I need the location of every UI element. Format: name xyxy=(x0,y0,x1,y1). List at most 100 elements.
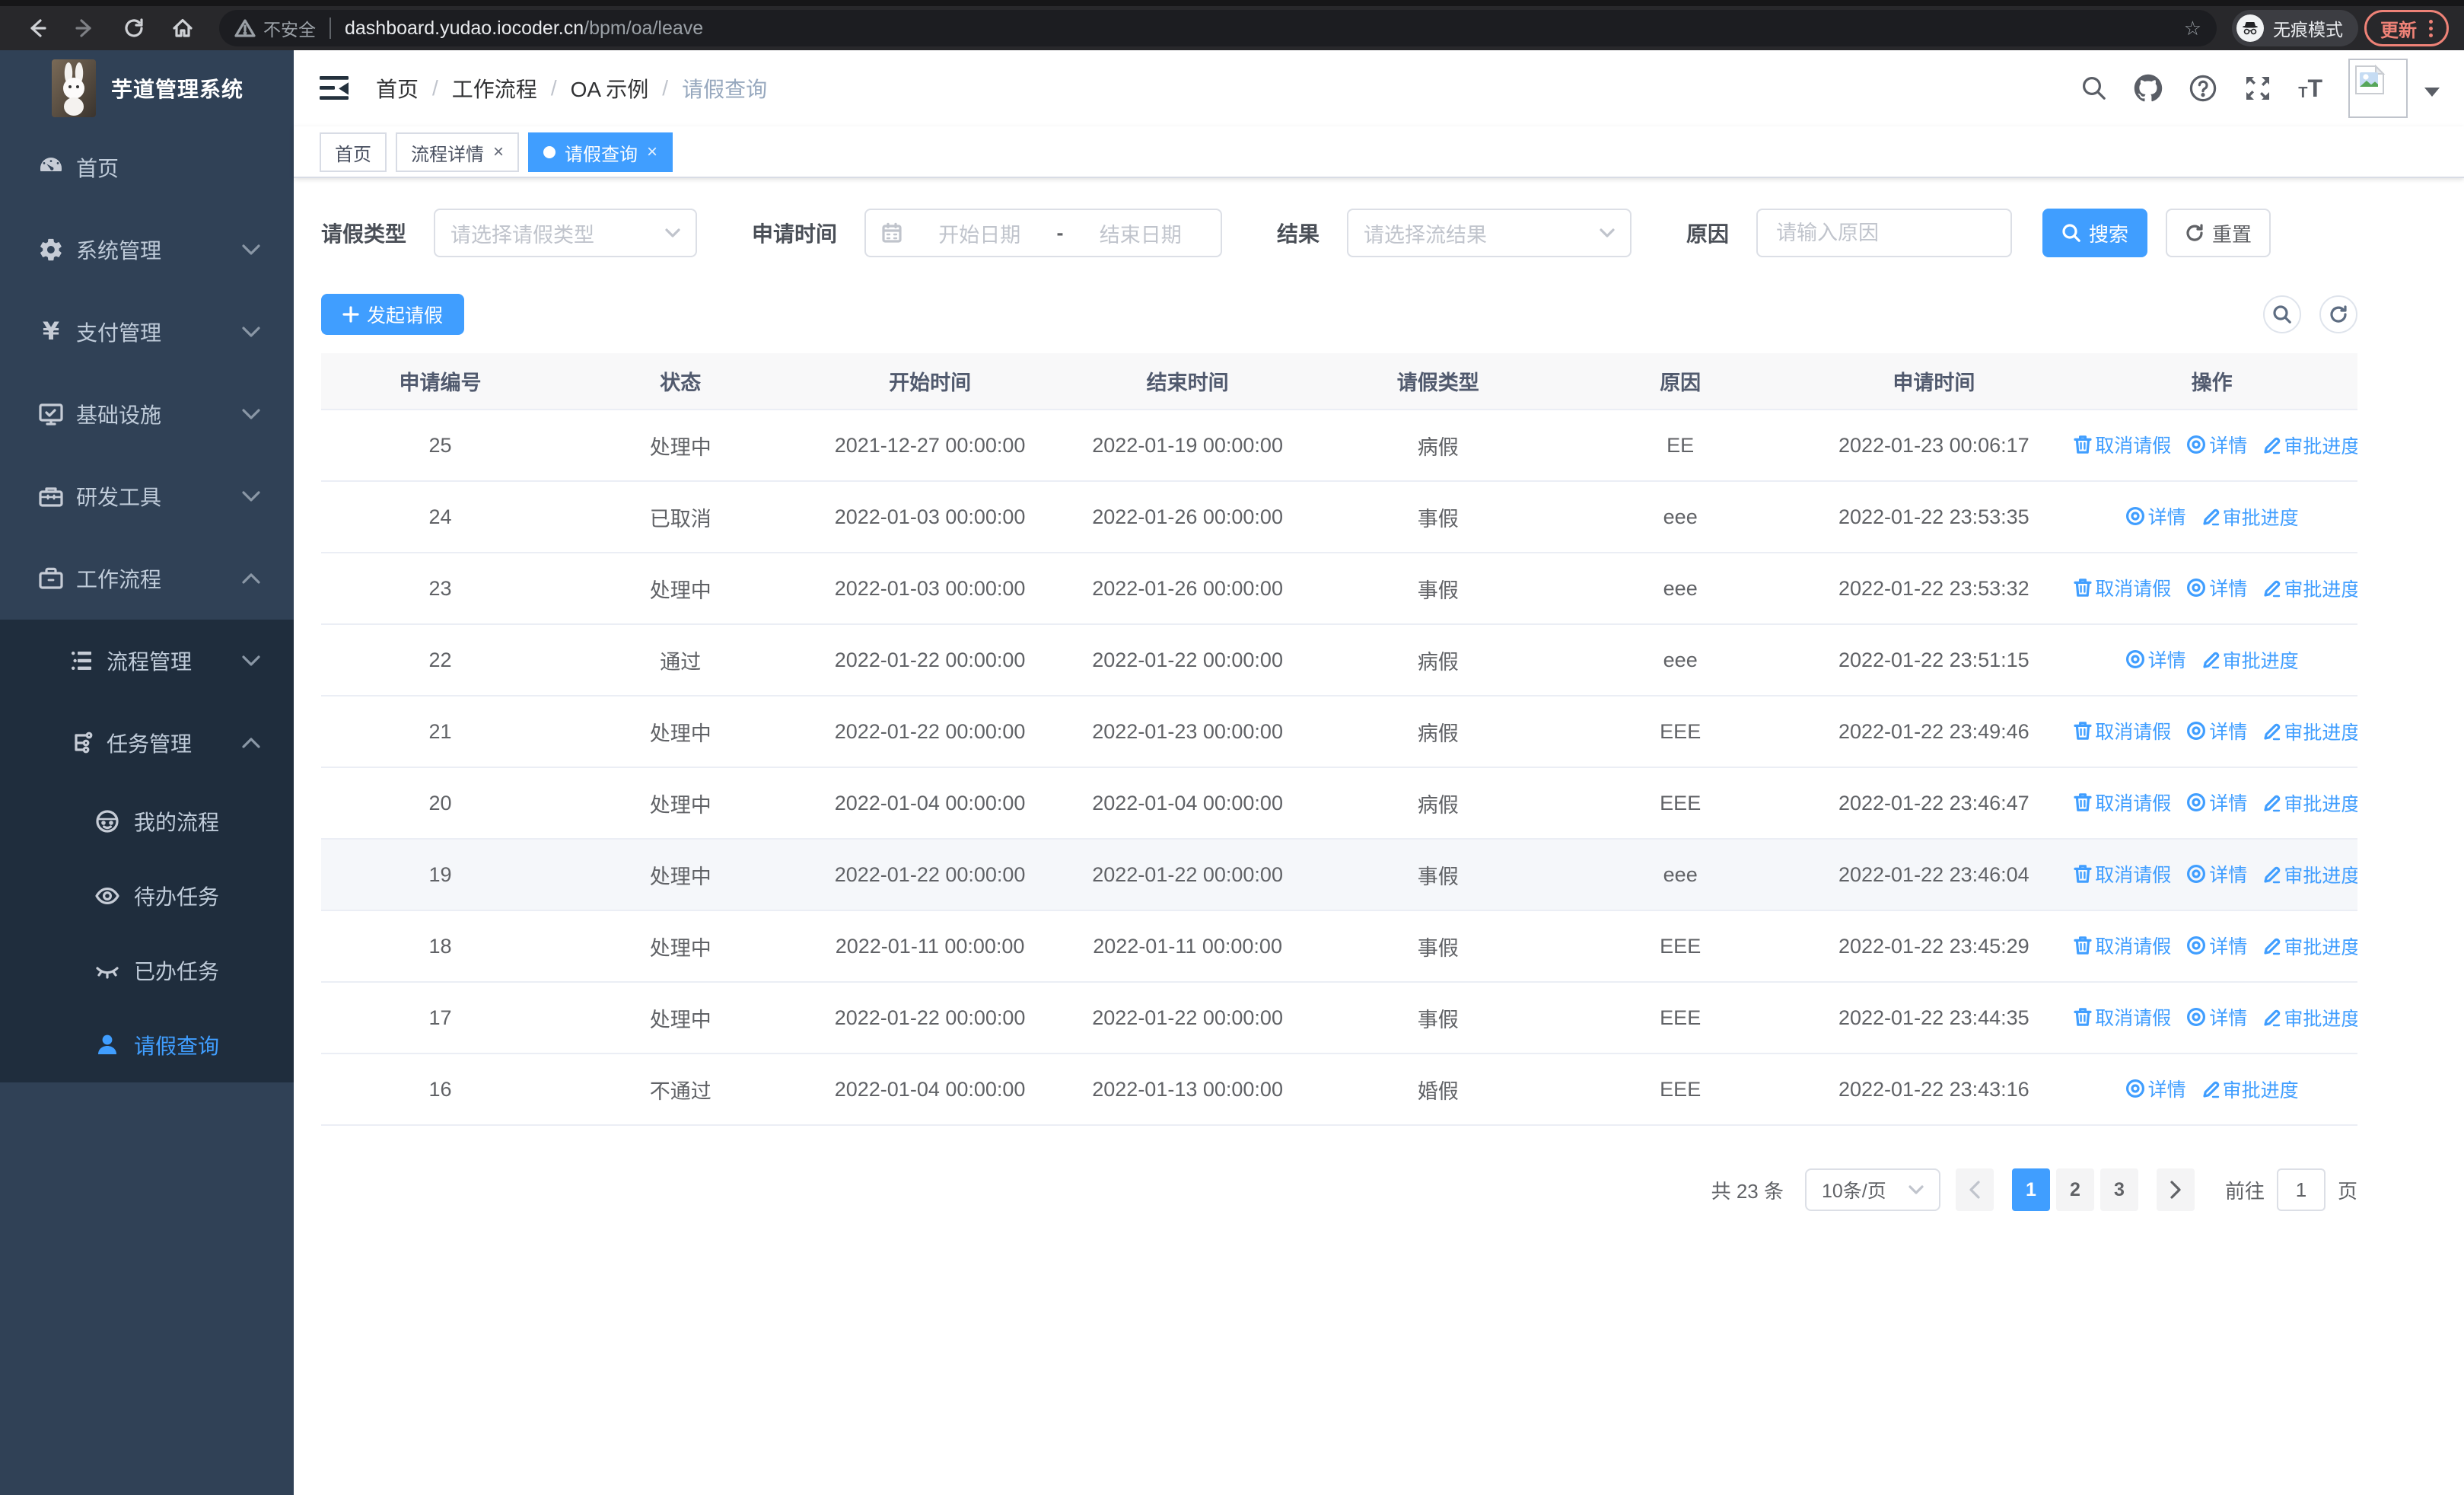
sidebar-item-done-tasks[interactable]: 已办任务 xyxy=(0,933,294,1008)
leave-type-select[interactable]: 请选择请假类型 xyxy=(434,209,698,257)
browser-menu-icon[interactable] xyxy=(2429,19,2433,37)
breadcrumb-separator: / xyxy=(662,76,669,100)
reload-icon[interactable] xyxy=(113,10,155,46)
approval-progress-link[interactable]: 审批进度 xyxy=(2262,575,2357,602)
search-icon[interactable] xyxy=(2080,75,2108,102)
action-label: 详情 xyxy=(2209,936,2248,958)
cell-id: 19 xyxy=(321,839,560,911)
cell-type: 婚假 xyxy=(1316,1054,1559,1126)
prev-page-button[interactable] xyxy=(1955,1168,1994,1211)
avatar[interactable] xyxy=(2348,59,2408,118)
cell-applied: 2022-01-22 23:53:35 xyxy=(1801,481,2067,553)
approval-progress-link[interactable]: 审批进度 xyxy=(2201,646,2299,674)
sidebar-item-leave-query[interactable]: 请假查询 xyxy=(0,1008,294,1082)
approval-progress-link[interactable]: 审批进度 xyxy=(2262,718,2357,745)
breadcrumb-item[interactable]: 工作流程 xyxy=(452,73,537,104)
help-icon[interactable] xyxy=(2189,74,2217,103)
tab-close-icon[interactable]: × xyxy=(493,143,504,161)
sidebar-item-payment[interactable]: ¥ 支付管理 xyxy=(0,291,294,373)
back-icon[interactable] xyxy=(15,10,58,46)
date-start-placeholder[interactable]: 开始日期 xyxy=(915,218,1045,248)
sidebar-item-todo-tasks[interactable]: 待办任务 xyxy=(0,859,294,933)
browser-update-button[interactable]: 更新 xyxy=(2364,10,2449,46)
page-size-select[interactable]: 10条/页 xyxy=(1804,1168,1940,1211)
detail-link[interactable]: 详情 xyxy=(2125,1075,2186,1102)
sidebar-item-system[interactable]: 系统管理 xyxy=(0,209,294,291)
approval-progress-link[interactable]: 审批进度 xyxy=(2262,432,2357,459)
approval-progress-link[interactable]: 审批进度 xyxy=(2262,1004,2357,1031)
approval-progress-link[interactable]: 审批进度 xyxy=(2201,1076,2299,1103)
fullscreen-icon[interactable] xyxy=(2243,74,2272,103)
address-bar[interactable]: 不安全 dashboard.yudao.iocoder.cn/bpm/oa/le… xyxy=(219,10,2217,46)
page-button-1[interactable]: 1 xyxy=(2011,1168,2050,1211)
goto-page-input[interactable] xyxy=(2276,1168,2326,1211)
sidebar-item-process-mgmt[interactable]: 流程管理 xyxy=(0,620,294,702)
detail-link[interactable]: 详情 xyxy=(2186,717,2247,744)
cell-start: 2022-01-04 00:00:00 xyxy=(801,767,1059,840)
date-end-placeholder[interactable]: 结束日期 xyxy=(1076,218,1206,248)
search-button[interactable]: 搜索 xyxy=(2042,209,2148,257)
approval-progress-link[interactable]: 审批进度 xyxy=(2262,789,2357,817)
cancel-leave-link[interactable]: 取消请假 xyxy=(2074,574,2171,601)
tab-close-icon[interactable]: × xyxy=(647,143,657,161)
cancel-leave-link[interactable]: 取消请假 xyxy=(2074,717,2171,744)
create-leave-button[interactable]: 发起请假 xyxy=(321,294,465,335)
apply-time-range-picker[interactable]: 开始日期 - 结束日期 xyxy=(864,209,1223,257)
avatar-caret-icon[interactable] xyxy=(2424,75,2440,103)
cancel-leave-link[interactable]: 取消请假 xyxy=(2074,932,2171,959)
breadcrumb-item[interactable]: 首页 xyxy=(376,73,419,104)
reason-input[interactable] xyxy=(1756,209,2013,257)
cell-end: 2022-01-22 00:00:00 xyxy=(1058,624,1317,696)
detail-link[interactable]: 详情 xyxy=(2186,789,2247,816)
detail-link[interactable]: 详情 xyxy=(2186,932,2247,959)
detail-link[interactable]: 详情 xyxy=(2186,860,2247,888)
cancel-leave-link[interactable]: 取消请假 xyxy=(2074,1003,2171,1031)
cancel-leave-link[interactable]: 取消请假 xyxy=(2074,860,2171,888)
sidebar-item-infra[interactable]: 基础设施 xyxy=(0,373,294,455)
approval-progress-link[interactable]: 审批进度 xyxy=(2262,932,2357,960)
eye-detail-icon xyxy=(2125,506,2145,526)
security-status[interactable]: 不安全 xyxy=(234,15,316,41)
result-select[interactable]: 请选择流结果 xyxy=(1347,209,1632,257)
yen-icon: ¥ xyxy=(38,319,64,345)
sidebar-item-workflow[interactable]: 工作流程 xyxy=(0,537,294,620)
forward-icon[interactable] xyxy=(64,10,107,46)
next-page-button[interactable] xyxy=(2156,1168,2195,1211)
detail-link[interactable]: 详情 xyxy=(2125,502,2186,530)
sidebar-item-my-processes[interactable]: 我的流程 xyxy=(0,784,294,859)
sidebar-item-task-mgmt[interactable]: 任务管理 xyxy=(0,702,294,784)
home-icon[interactable] xyxy=(161,10,204,46)
sidebar-item-devtools[interactable]: 研发工具 xyxy=(0,455,294,537)
tab-leave-query[interactable]: 请假查询 × xyxy=(528,132,673,172)
breadcrumb-item[interactable]: OA 示例 xyxy=(571,73,649,104)
detail-link[interactable]: 详情 xyxy=(2125,645,2186,673)
warning-icon xyxy=(234,18,256,38)
page-button-2[interactable]: 2 xyxy=(2055,1168,2094,1211)
bookmark-star-icon[interactable]: ☆ xyxy=(2184,17,2201,40)
approval-progress-link[interactable]: 审批进度 xyxy=(2262,861,2357,888)
font-size-icon[interactable]: TT xyxy=(2298,76,2322,100)
github-icon[interactable] xyxy=(2134,74,2163,103)
reset-button[interactable]: 重置 xyxy=(2166,209,2271,257)
action-label: 审批进度 xyxy=(2284,436,2357,457)
detail-link[interactable]: 详情 xyxy=(2186,431,2247,458)
approval-progress-link[interactable]: 审批进度 xyxy=(2201,503,2299,531)
trash-icon xyxy=(2074,864,2092,884)
chevron-up-icon xyxy=(242,738,260,748)
sidebar-item-home[interactable]: 首页 xyxy=(0,126,294,209)
sidebar-collapse-icon[interactable] xyxy=(320,75,350,102)
pen-icon xyxy=(2201,508,2220,526)
refresh-table-button[interactable] xyxy=(2319,295,2357,333)
cell-actions: 详情 审批进度 xyxy=(2066,481,2357,553)
detail-link[interactable]: 详情 xyxy=(2186,1003,2247,1031)
cancel-leave-link[interactable]: 取消请假 xyxy=(2074,431,2171,458)
cancel-leave-link[interactable]: 取消请假 xyxy=(2074,789,2171,816)
detail-link[interactable]: 详情 xyxy=(2186,574,2247,601)
tab-home[interactable]: 首页 xyxy=(320,132,387,172)
breadcrumb: 首页 / 工作流程 / OA 示例 / 请假查询 xyxy=(376,73,767,104)
tab-process-detail[interactable]: 流程详情 × xyxy=(396,132,520,172)
breadcrumb-separator: / xyxy=(432,76,438,100)
page-button-3[interactable]: 3 xyxy=(2099,1168,2138,1211)
show-search-button[interactable] xyxy=(2263,295,2301,333)
action-label: 详情 xyxy=(2209,865,2248,886)
